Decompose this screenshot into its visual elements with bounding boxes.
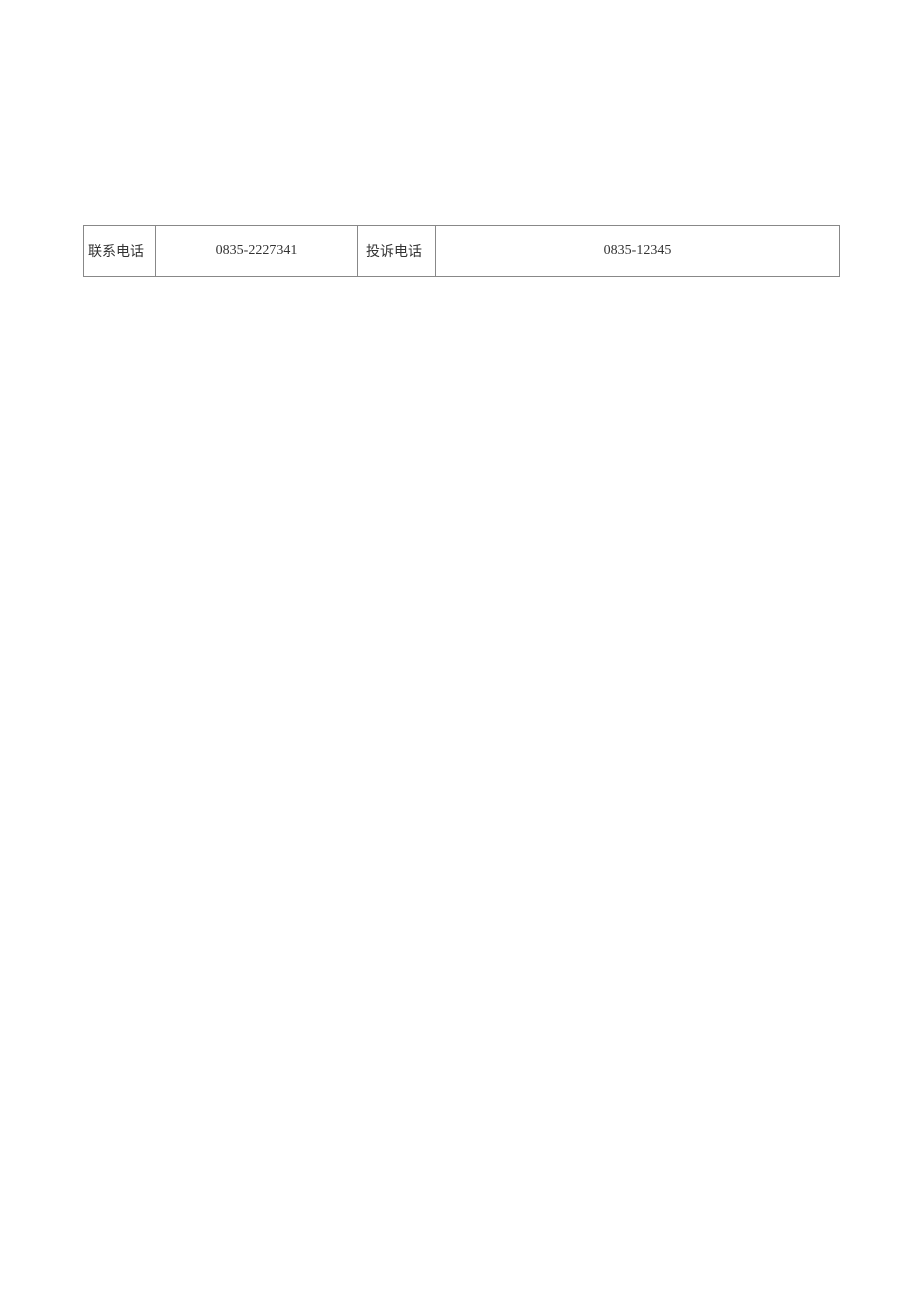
complaint-phone-value: 0835-12345 xyxy=(436,226,840,277)
contact-table: 联系电话 0835-2227341 投诉电话 0835-12345 xyxy=(83,225,840,277)
table-row: 联系电话 0835-2227341 投诉电话 0835-12345 xyxy=(84,226,840,277)
phone-info-table: 联系电话 0835-2227341 投诉电话 0835-12345 xyxy=(83,225,840,277)
contact-phone-label: 联系电话 xyxy=(84,226,156,277)
contact-phone-value: 0835-2227341 xyxy=(156,226,358,277)
complaint-phone-label: 投诉电话 xyxy=(358,226,436,277)
